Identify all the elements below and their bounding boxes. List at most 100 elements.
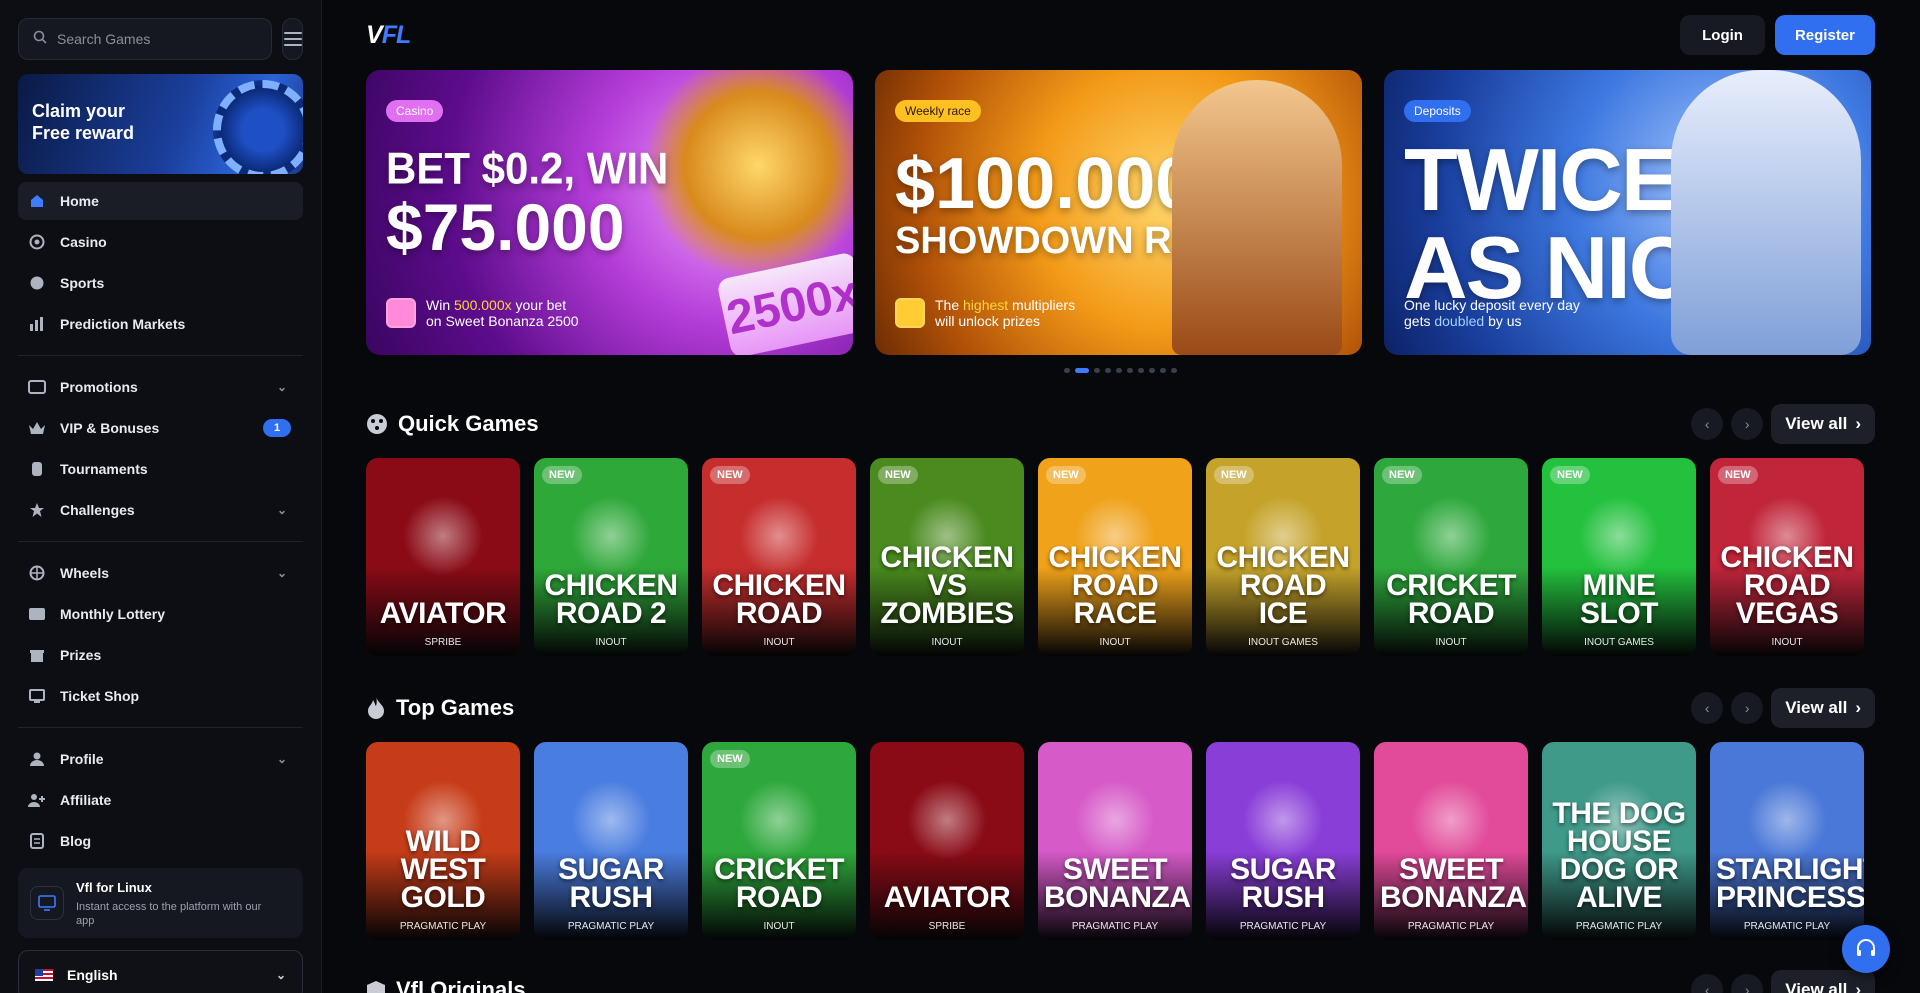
game-card[interactable]: WILD WEST GOLD PRAGMATIC PLAY <box>366 742 520 940</box>
sidebar-item-sports[interactable]: Sports <box>18 264 303 302</box>
menu-button[interactable] <box>282 18 303 60</box>
game-card[interactable]: AVIATOR SPRIBE <box>366 458 520 656</box>
game-card[interactable]: NEW CHICKEN ROAD 2 INOUT <box>534 458 688 656</box>
sidebar-item-ticket-shop[interactable]: Ticket Shop <box>18 677 303 715</box>
game-card[interactable]: SWEET BONANZA PRAGMATIC PLAY <box>1038 742 1192 940</box>
headset-icon <box>1857 939 1875 956</box>
game-card[interactable]: SUGAR RUSH PRAGMATIC PLAY <box>1206 742 1360 940</box>
carousel-dot[interactable] <box>1094 368 1100 373</box>
carousel-dot[interactable] <box>1149 368 1155 373</box>
sidebar-item-profile[interactable]: Profile ⌄ <box>18 740 303 778</box>
top-games-section: Top Games ‹ › View all › WILD WEST GOLD PR… <box>366 688 1875 940</box>
affiliate-icon <box>28 791 46 809</box>
game-title: SUGAR RUSH <box>558 853 664 914</box>
view-all-button[interactable]: View all › <box>1771 404 1875 444</box>
game-title: SUGAR RUSH <box>1230 853 1336 914</box>
view-all-button[interactable]: View all › <box>1771 970 1875 993</box>
sidebar-item-prediction-markets[interactable]: Prediction Markets <box>18 305 303 343</box>
carousel-dot[interactable] <box>1075 368 1089 373</box>
sidebar-item-tournaments[interactable]: Tournaments <box>18 450 303 488</box>
sidebar-item-monthly-lottery[interactable]: Monthly Lottery <box>18 595 303 633</box>
game-card[interactable]: SWEET BONANZA PRAGMATIC PLAY <box>1374 742 1528 940</box>
new-badge: NEW <box>1214 466 1254 484</box>
game-card[interactable]: NEW CRICKET ROAD INOUT <box>702 742 856 940</box>
game-provider: INOUT <box>1435 637 1467 648</box>
game-card[interactable]: NEW CHICKEN ROAD INOUT <box>702 458 856 656</box>
next-arrow-button[interactable]: › <box>1731 974 1764 993</box>
sub-line2-pre: gets <box>1404 313 1435 329</box>
linux-desc: Instant access to the platform with our … <box>76 901 262 927</box>
view-all-button[interactable]: View all › <box>1771 688 1875 728</box>
chevron-right-icon: › <box>1855 980 1861 993</box>
game-art-image <box>739 780 819 860</box>
language-selector[interactable]: English ⌄ <box>18 950 303 993</box>
game-provider: PRAGMATIC PLAY <box>1071 921 1159 932</box>
game-card[interactable]: THE DOG HOUSE DOG OR ALIVE PRAGMATIC PLAY <box>1542 742 1696 940</box>
site-logo[interactable]: VFL <box>366 20 411 50</box>
register-button[interactable]: Register <box>1774 15 1875 55</box>
game-card[interactable]: NEW CHICKEN ROAD VEGAS INOUT <box>1710 458 1864 656</box>
prev-arrow-button[interactable]: ‹ <box>1691 408 1724 440</box>
chevron-down-icon: ⌄ <box>276 752 287 766</box>
carousel-dot[interactable] <box>1064 368 1070 373</box>
nav-group-account: Profile ⌄ Affiliate Blog <box>18 740 303 860</box>
carousel-dot[interactable] <box>1160 368 1166 373</box>
sidebar-item-blog[interactable]: Blog <box>18 822 303 860</box>
game-card[interactable]: NEW CRICKET ROAD INOUT <box>1374 458 1528 656</box>
carousel-dot[interactable] <box>1127 368 1133 373</box>
new-badge: NEW <box>1718 466 1758 484</box>
prev-arrow-button[interactable]: ‹ <box>1691 974 1724 993</box>
quick-games-section: Quick Games ‹ › View all › AVIATOR SPRIBE N… <box>366 404 1875 656</box>
linux-title: Vfl for Linux <box>76 880 152 895</box>
carousel-dot[interactable] <box>1105 368 1111 373</box>
game-title: CRICKET ROAD <box>1386 569 1516 630</box>
game-card[interactable]: NEW MINE SLOT INOUT GAMES <box>1542 458 1696 656</box>
game-card[interactable]: NEW CHICKEN ROAD ICE INOUT GAMES <box>1206 458 1360 656</box>
claim-reward-banner[interactable]: Claim your Free reward <box>18 74 303 174</box>
next-arrow-button[interactable]: › <box>1731 408 1764 440</box>
casino-chip-icon <box>28 233 46 251</box>
promo-banner-deposits[interactable]: Deposits TWICE AS NICE One lucky deposit… <box>1384 70 1871 355</box>
sub-highlight: 500.000x <box>454 297 512 313</box>
logo-v: V <box>366 20 383 49</box>
game-title: STARLIGHT PRINCESS <box>1716 853 1864 914</box>
sidebar-item-challenges[interactable]: Challenges ⌄ <box>18 491 303 529</box>
top-header: VFL Login Register <box>366 0 1875 70</box>
next-arrow-button[interactable]: › <box>1731 692 1764 724</box>
game-card[interactable]: AVIATOR SPRIBE <box>870 742 1024 940</box>
sidebar-item-label: Challenges <box>60 502 135 518</box>
promo-banner-casino[interactable]: 2500x Casino BET $0.2, WIN $75.000 Win 5… <box>366 70 853 355</box>
game-art-image <box>907 780 987 860</box>
carousel-dot[interactable] <box>1138 368 1144 373</box>
carousel-dot[interactable] <box>1116 368 1122 373</box>
reward-text: Claim your Free reward <box>32 101 135 143</box>
promo-banner-weekly-race[interactable]: Weekly race $100.000 SHOWDOWN RACE The h… <box>875 70 1362 355</box>
chevron-down-icon: ⌄ <box>276 566 287 580</box>
sidebar-item-label: VIP & Bonuses <box>60 420 160 436</box>
game-card[interactable]: NEW CHICKEN ROAD RACE INOUT <box>1038 458 1192 656</box>
sidebar-item-casino[interactable]: Casino <box>18 223 303 261</box>
game-card[interactable]: STARLIGHT PRINCESS PRAGMATIC PLAY <box>1710 742 1864 940</box>
sidebar-item-promotions[interactable]: Promotions ⌄ <box>18 368 303 406</box>
game-card[interactable]: NEW CHICKEN VS ZOMBIES INOUT <box>870 458 1024 656</box>
sidebar-item-prizes[interactable]: Prizes <box>18 636 303 674</box>
sidebar-item-wheels[interactable]: Wheels ⌄ <box>18 554 303 592</box>
sidebar-item-home[interactable]: Home <box>18 182 303 220</box>
prev-arrow-button[interactable]: ‹ <box>1691 692 1724 724</box>
search-input[interactable] <box>57 31 257 47</box>
sidebar-item-label: Profile <box>60 751 104 767</box>
banner-tag: Deposits <box>1404 100 1471 122</box>
game-card[interactable]: SUGAR RUSH PRAGMATIC PLAY <box>534 742 688 940</box>
sidebar-item-label: Monthly Lottery <box>60 606 165 622</box>
login-button[interactable]: Login <box>1680 15 1765 55</box>
sidebar-item-affiliate[interactable]: Affiliate <box>18 781 303 819</box>
sidebar-item-label: Affiliate <box>60 792 112 808</box>
game-art-image <box>1579 496 1659 576</box>
sidebar-item-vip-bonuses[interactable]: VIP & Bonuses 1 <box>18 409 303 447</box>
linux-app-promo[interactable]: Vfl for Linux Instant access to the plat… <box>18 868 303 938</box>
support-chat-button[interactable] <box>1842 925 1890 973</box>
game-provider: INOUT <box>1771 637 1803 648</box>
game-row: AVIATOR SPRIBE NEW CHICKEN ROAD 2 INOUT NEW CH… <box>366 458 1875 656</box>
carousel-dot[interactable] <box>1171 368 1177 373</box>
search-box[interactable] <box>18 18 272 60</box>
